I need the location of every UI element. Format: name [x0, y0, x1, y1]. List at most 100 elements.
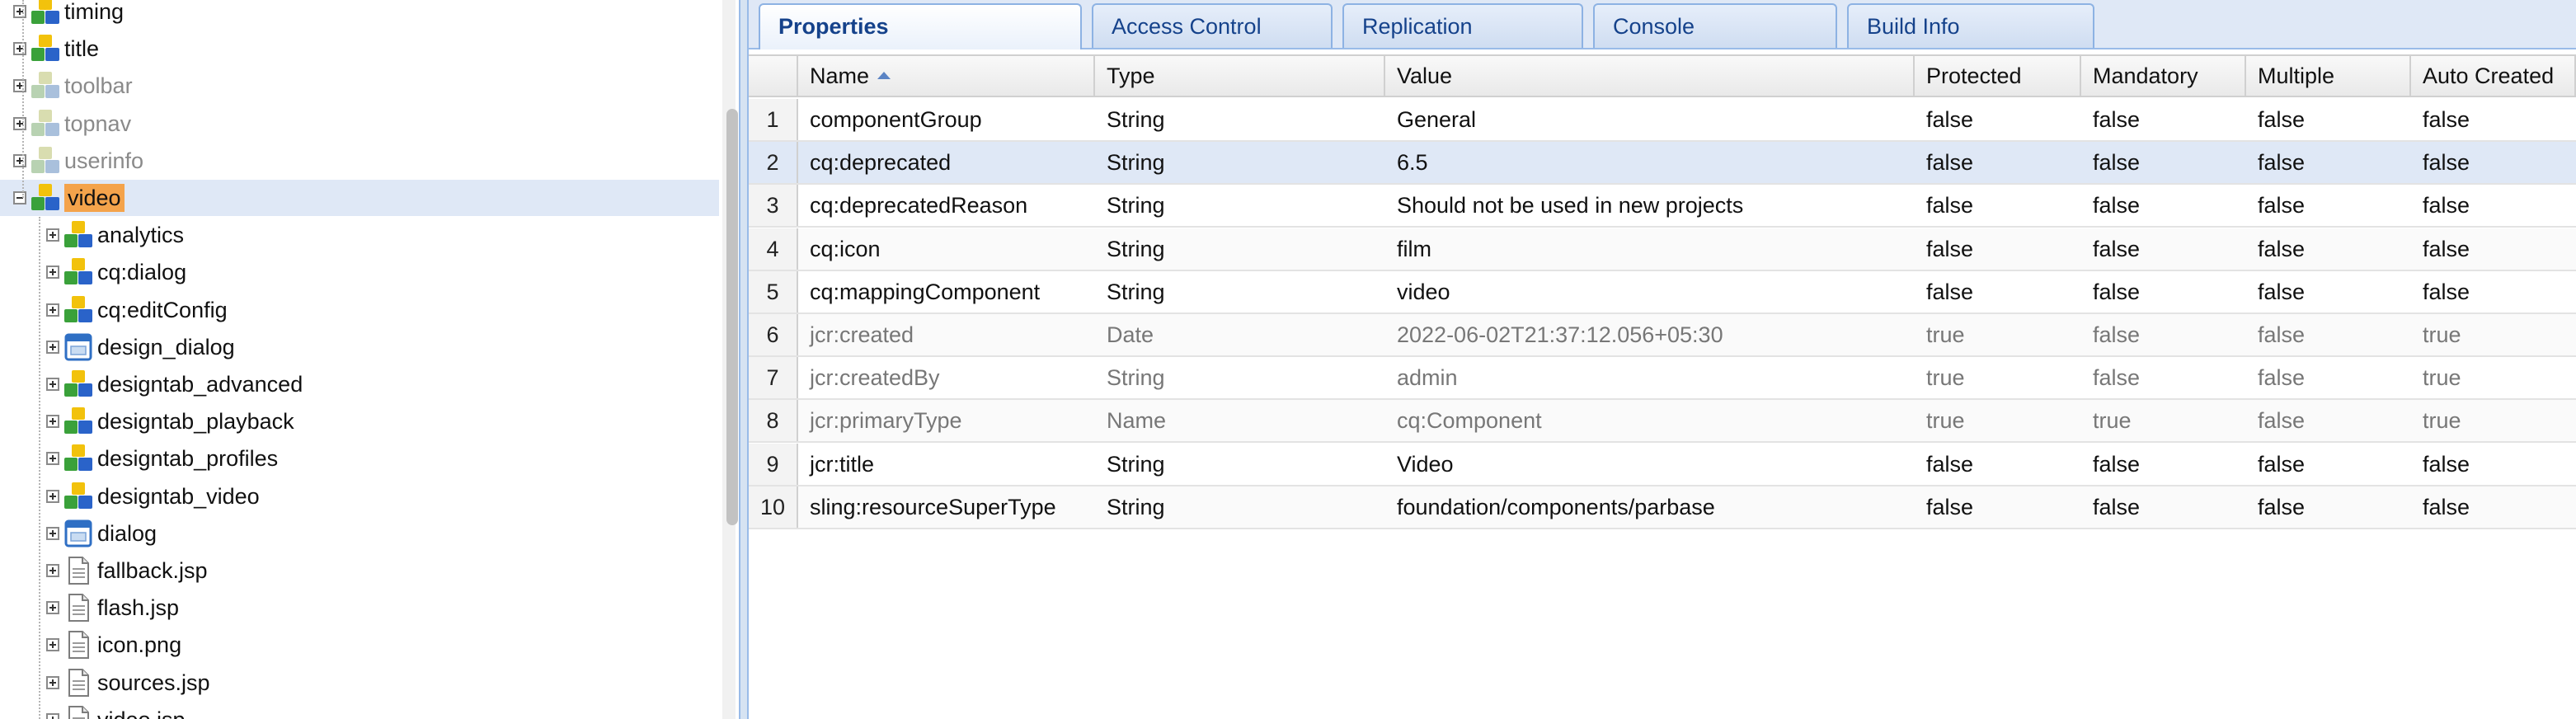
cell-name[interactable]: sling:resourceSuperType	[798, 486, 1095, 528]
cell-mandatory[interactable]: false	[2081, 444, 2246, 485]
cell-multiple[interactable]: false	[2246, 142, 2411, 183]
cell-protected[interactable]: false	[1915, 271, 2081, 313]
cell-name[interactable]: cq:deprecated	[798, 142, 1095, 183]
cell-name[interactable]: jcr:title	[798, 444, 1095, 485]
expand-icon[interactable]	[46, 452, 59, 466]
expand-icon[interactable]	[46, 303, 59, 317]
expand-icon[interactable]	[46, 378, 59, 391]
cell-multiple[interactable]: false	[2246, 99, 2411, 140]
cell-type[interactable]: String	[1095, 486, 1385, 528]
cell-value[interactable]: foundation/components/parbase	[1385, 486, 1915, 528]
cell-auto-created[interactable]: false	[2411, 142, 2576, 183]
cell-value[interactable]: 6.5	[1385, 142, 1915, 183]
tree-item-title[interactable]: title	[0, 31, 719, 67]
tree-item-fallback-jsp[interactable]: fallback.jsp	[0, 552, 719, 589]
cell-multiple[interactable]: false	[2246, 228, 2411, 270]
expand-icon[interactable]	[46, 489, 59, 503]
table-row[interactable]: 8 jcr:primaryType Name cq:Component true true…	[749, 400, 2576, 444]
tree-item-sources-jsp[interactable]: sources.jsp	[0, 665, 719, 701]
tree-item-designtab-video[interactable]: designtab_video	[0, 478, 719, 515]
cell-type[interactable]: String	[1095, 185, 1385, 226]
expand-icon[interactable]	[46, 601, 59, 615]
expand-icon[interactable]	[46, 266, 59, 280]
cell-value[interactable]: Video	[1385, 444, 1915, 485]
tree-item-flash-jsp[interactable]: flash.jsp	[0, 590, 719, 626]
cell-multiple[interactable]: false	[2246, 185, 2411, 226]
cell-mandatory[interactable]: false	[2081, 486, 2246, 528]
table-row[interactable]: 9 jcr:title String Video false false false fals…	[749, 443, 2576, 486]
cell-name[interactable]: jcr:createdBy	[798, 357, 1095, 398]
cell-auto-created[interactable]: false	[2411, 271, 2576, 313]
tree-scrollbar-thumb[interactable]	[726, 109, 738, 525]
cell-multiple[interactable]: false	[2246, 271, 2411, 313]
cell-auto-created[interactable]: false	[2411, 228, 2576, 270]
tree-item-designtab-profiles[interactable]: designtab_profiles	[0, 440, 719, 477]
expand-icon[interactable]	[46, 340, 59, 354]
cell-protected[interactable]: false	[1915, 486, 2081, 528]
cell-protected[interactable]: false	[1915, 185, 2081, 226]
cell-multiple[interactable]: false	[2246, 357, 2411, 398]
cell-protected[interactable]: false	[1915, 99, 2081, 140]
tab-console[interactable]: Console	[1593, 3, 1837, 48]
cell-value[interactable]: cq:Component	[1385, 400, 1915, 441]
cell-name[interactable]: jcr:created	[798, 314, 1095, 355]
expand-icon[interactable]	[46, 228, 59, 242]
column-header-value[interactable]: Value	[1385, 56, 1915, 96]
column-header-multiple[interactable]: Multiple	[2246, 56, 2411, 96]
cell-protected[interactable]: true	[1915, 400, 2081, 441]
cell-mandatory[interactable]: true	[2081, 400, 2246, 441]
column-header-type[interactable]: Type	[1095, 56, 1385, 96]
table-row[interactable]: 2 cq:deprecated String 6.5 false false false fa…	[749, 142, 2576, 186]
cell-auto-created[interactable]: true	[2411, 314, 2576, 355]
cell-type[interactable]: String	[1095, 228, 1385, 270]
tab-access-control[interactable]: Access Control	[1092, 3, 1333, 48]
cell-multiple[interactable]: false	[2246, 314, 2411, 355]
collapse-icon[interactable]	[13, 191, 26, 204]
tree-item-designtab-playback[interactable]: designtab_playback	[0, 403, 719, 439]
cell-type[interactable]: String	[1095, 357, 1385, 398]
cell-auto-created[interactable]: false	[2411, 444, 2576, 485]
tree-item-topnav[interactable]: topnav	[0, 106, 719, 142]
cell-mandatory[interactable]: false	[2081, 142, 2246, 183]
column-header-name[interactable]: Name	[798, 56, 1095, 96]
cell-protected[interactable]: false	[1915, 142, 2081, 183]
cell-auto-created[interactable]: false	[2411, 185, 2576, 226]
tree-item-dialog[interactable]: dialog	[0, 515, 719, 552]
tab-build-info[interactable]: Build Info	[1847, 3, 2094, 48]
cell-type[interactable]: String	[1095, 271, 1385, 313]
expand-icon[interactable]	[46, 712, 59, 719]
tree-item-video[interactable]: video	[0, 180, 719, 216]
cell-name[interactable]: jcr:primaryType	[798, 400, 1095, 441]
table-row[interactable]: 1 componentGroup String General false false fa…	[749, 99, 2576, 142]
cell-value[interactable]: admin	[1385, 357, 1915, 398]
tree-item-cq-editconfig[interactable]: cq:editConfig	[0, 292, 719, 328]
tab-replication[interactable]: Replication	[1342, 3, 1583, 48]
tree-item-toolbar[interactable]: toolbar	[0, 68, 719, 104]
table-row[interactable]: 7 jcr:createdBy String admin true false false t…	[749, 357, 2576, 401]
tree-item-icon-png[interactable]: icon.png	[0, 627, 719, 663]
table-row[interactable]: 3 cq:deprecatedReason String Should not be …	[749, 185, 2576, 228]
tree-item-cq-dialog[interactable]: cq:dialog	[0, 254, 719, 290]
cell-type[interactable]: String	[1095, 142, 1385, 183]
expand-icon[interactable]	[13, 116, 26, 130]
cell-protected[interactable]: true	[1915, 314, 2081, 355]
cell-protected[interactable]: false	[1915, 228, 2081, 270]
table-row[interactable]: 4 cq:icon String film false false false false	[749, 228, 2576, 271]
tree-item-analytics[interactable]: analytics	[0, 217, 719, 253]
cell-type[interactable]: Name	[1095, 400, 1385, 441]
expand-icon[interactable]	[46, 638, 59, 652]
tree-item-timing[interactable]: timing	[0, 0, 719, 30]
cell-value[interactable]: film	[1385, 228, 1915, 270]
table-row[interactable]: 10 sling:resourceSuperType String foundatio…	[749, 486, 2576, 529]
cell-value[interactable]: Should not be used in new projects	[1385, 185, 1915, 226]
column-header-auto-created[interactable]: Auto Created	[2411, 56, 2576, 96]
tree-item-designtab-advanced[interactable]: designtab_advanced	[0, 366, 719, 402]
cell-mandatory[interactable]: false	[2081, 357, 2246, 398]
tab-properties[interactable]: Properties	[759, 3, 1082, 49]
cell-multiple[interactable]: false	[2246, 400, 2411, 441]
cell-value[interactable]: 2022-06-02T21:37:12.056+05:30	[1385, 314, 1915, 355]
cell-mandatory[interactable]: false	[2081, 271, 2246, 313]
expand-icon[interactable]	[13, 79, 26, 93]
expand-icon[interactable]	[13, 5, 26, 18]
cell-mandatory[interactable]: false	[2081, 99, 2246, 140]
